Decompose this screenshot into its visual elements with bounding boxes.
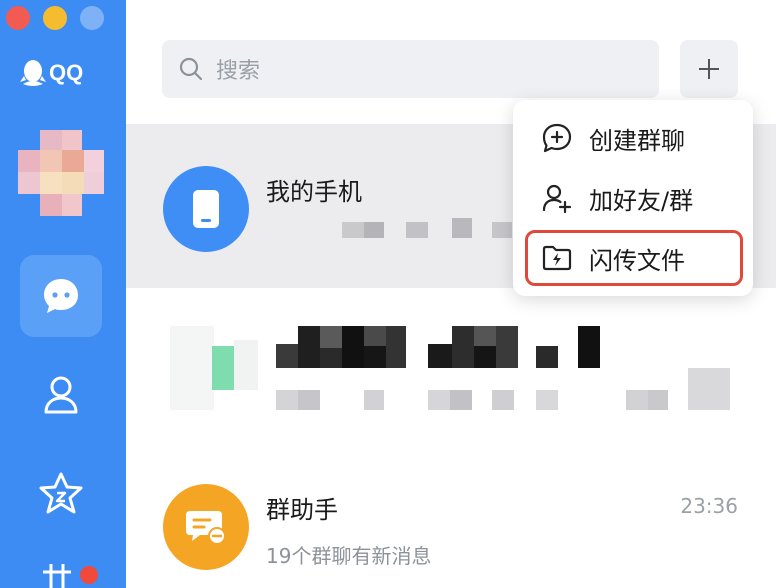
logo-text: QQ xyxy=(49,60,84,85)
app-logo: QQ xyxy=(20,58,83,88)
menu-item-add-friend[interactable]: 加好友/群 xyxy=(525,170,743,226)
nav-contacts[interactable] xyxy=(20,353,102,435)
minimize-window-button[interactable] xyxy=(43,6,67,30)
add-friend-icon xyxy=(542,184,572,214)
create-group-icon xyxy=(542,123,572,153)
chat-name: 我的手机 xyxy=(266,178,362,206)
chat-item-group-assistant[interactable]: 群助手 23:36 19个群聊有新消息 xyxy=(126,470,776,588)
search-placeholder: 搜索 xyxy=(216,59,261,84)
search-icon xyxy=(179,57,203,81)
person-icon xyxy=(44,376,78,414)
menu-item-flash-transfer[interactable]: 闪传文件 xyxy=(525,230,743,286)
menu-item-create-group[interactable]: 创建群聊 xyxy=(525,110,743,166)
chat-time: 23:36 xyxy=(680,494,738,518)
nav-messages[interactable] xyxy=(20,255,102,337)
plus-icon xyxy=(699,59,719,79)
sidebar: QQ xyxy=(0,0,126,588)
notification-badge xyxy=(80,566,98,584)
menu-item-label: 闪传文件 xyxy=(589,246,685,275)
flash-transfer-icon xyxy=(542,245,572,271)
close-window-button[interactable] xyxy=(6,6,30,30)
chat-preview: 19个群聊有新消息 xyxy=(266,544,432,568)
chat-name: 群助手 xyxy=(266,496,338,524)
zoom-window-button[interactable] xyxy=(80,6,104,30)
add-button[interactable] xyxy=(680,40,738,98)
group-assistant-icon xyxy=(186,511,226,545)
window-controls xyxy=(6,6,104,30)
menu-item-label: 加好友/群 xyxy=(589,186,694,215)
phone-icon xyxy=(193,190,219,228)
avatar-image xyxy=(18,130,104,216)
star-icon xyxy=(39,472,83,514)
chat-avatar xyxy=(163,166,249,252)
search-input[interactable]: 搜索 xyxy=(162,40,659,98)
menu-item-label: 创建群聊 xyxy=(589,126,685,155)
grid-icon xyxy=(43,564,71,588)
avatar[interactable] xyxy=(18,130,104,216)
chat-bubble-icon xyxy=(44,279,78,313)
nav-favorites[interactable] xyxy=(20,453,102,535)
chat-item-blurred[interactable] xyxy=(126,300,776,440)
penguin-icon xyxy=(20,60,46,86)
add-menu: 创建群聊 加好友/群 闪传文件 xyxy=(513,100,753,296)
chat-avatar xyxy=(163,484,249,570)
